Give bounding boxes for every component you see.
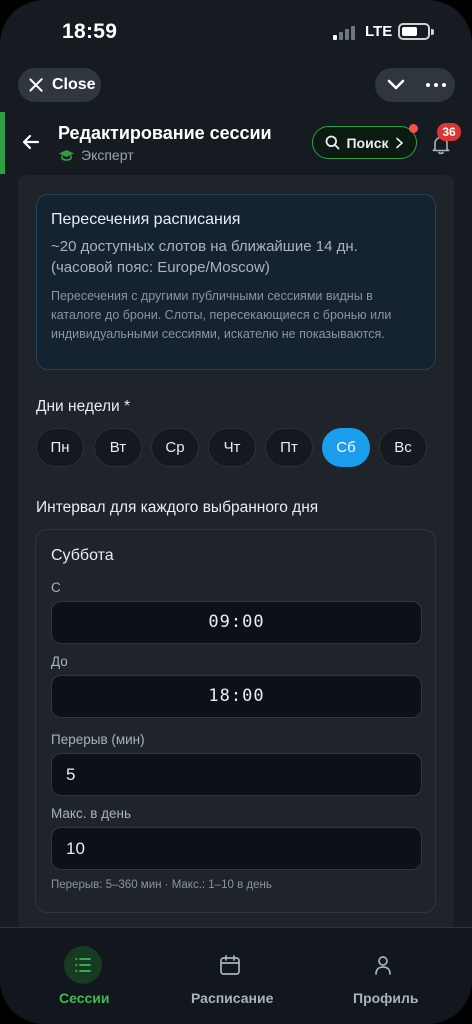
from-time-input[interactable]: 09:00 [51,601,422,644]
search-button-label: Поиск [346,134,389,151]
day-chip-thu[interactable]: Чт [208,428,256,467]
search-indicator-dot [409,124,418,133]
nav-item-profile[interactable]: Профиль [307,928,472,1024]
list-icon [75,958,91,972]
network-type: LTE [365,23,393,40]
more-icon[interactable] [426,83,446,87]
interval-hint: Перерыв: 5–360 мин · Макс.: 1–10 в день [51,879,272,891]
info-slots-line: ~20 доступных слотов на ближайшие 14 дн. [51,238,358,255]
signal-icon [333,24,357,40]
calendar-icon [220,955,240,975]
page-title: Редактирование сессии [58,123,272,143]
graduation-cap-icon [59,149,74,161]
weekdays-label: Дни недели * [36,398,131,415]
day-chip-fri[interactable]: Пт [265,428,313,467]
day-chip-wed[interactable]: Ср [151,428,199,467]
info-note: Пересечения с другими публичными сессиям… [51,289,392,341]
back-arrow-icon[interactable] [22,134,40,150]
weekday-selector: Пн Вт Ср Чт Пт Сб Вс [36,428,436,468]
close-button-label: Close [52,76,96,93]
search-icon [326,135,340,150]
nav-item-sessions[interactable]: Сессии [0,928,167,1024]
header-accent-bar [0,112,5,174]
max-per-day-input[interactable]: 10 [51,827,422,870]
nav-label-sessions: Сессии [59,990,110,1006]
battery-icon [398,23,434,40]
status-bar: 18:59 LTE [0,0,472,62]
phone-screen: 18:59 LTE Close Редактирование сессии Эк… [0,0,472,1024]
page-subtitle: Эксперт [58,147,134,163]
notification-badge: 36 [437,123,461,141]
menu-pill [375,68,455,102]
to-time-input[interactable]: 18:00 [51,675,422,718]
break-minutes-input[interactable]: 5 [51,753,422,796]
interval-day-name: Суббота [51,547,114,564]
form-content: Пересечения расписания ~20 доступных сло… [18,175,454,927]
close-button[interactable]: Close [18,68,101,102]
nav-item-schedule[interactable]: Расписание [167,928,307,1024]
to-label: До [51,654,68,669]
role-label: Эксперт [81,147,134,163]
day-chip-sat[interactable]: Сб [322,428,370,467]
from-label: С [51,580,61,595]
interval-label: Интервал для каждого выбранного дня [36,499,319,516]
close-icon [28,77,44,93]
status-time: 18:59 [62,20,118,43]
interval-card: Суббота С 09:00 До 18:00 Перерыв (мин) 5… [35,529,436,913]
day-chip-tue[interactable]: Вт [94,428,142,467]
break-label: Перерыв (мин) [51,732,145,747]
info-title: Пересечения расписания [51,211,241,228]
day-chip-sun[interactable]: Вс [379,428,427,467]
person-icon [375,956,391,975]
day-chip-mon[interactable]: Пн [36,428,84,467]
chevron-right-icon [395,137,403,148]
bottom-nav: Сессии Расписание Профиль [0,927,472,1024]
nav-label-schedule: Расписание [191,990,274,1006]
search-button[interactable]: Поиск [312,126,417,159]
schedule-overlap-info: Пересечения расписания ~20 доступных сло… [36,194,436,370]
page-header: Редактирование сессии Эксперт Поиск 36 [0,112,472,174]
info-timezone-line: (часовой пояс: Europe/Moscow) [51,259,270,276]
max-per-day-label: Макс. в день [51,806,132,821]
nav-label-profile: Профиль [353,990,419,1006]
chevron-down-icon[interactable] [387,78,405,92]
